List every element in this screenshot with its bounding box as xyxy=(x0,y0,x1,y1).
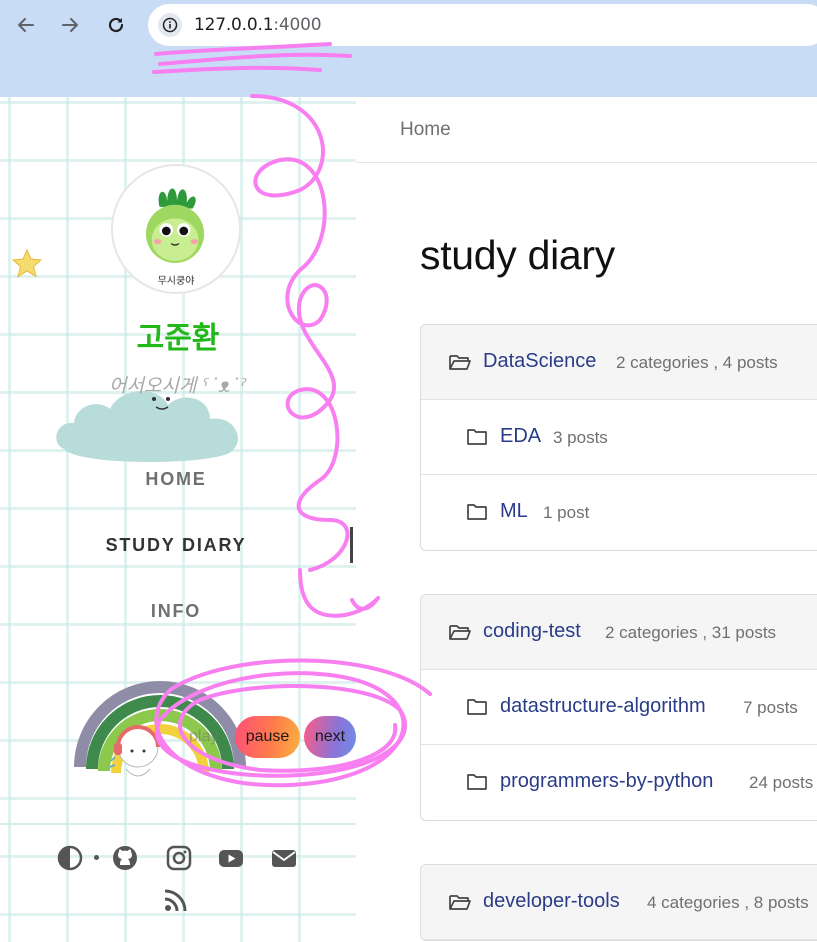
avatar[interactable]: 무시쿵야 xyxy=(111,164,241,294)
arrow-right-icon[interactable] xyxy=(56,11,84,39)
main-content: Home study diary DataScience 2 categorie… xyxy=(356,97,817,942)
site-title[interactable]: 고준환 xyxy=(0,313,356,357)
sidebar-divider xyxy=(0,823,356,825)
folder-icon xyxy=(467,504,487,520)
subcategory-link[interactable]: EDA xyxy=(500,425,541,448)
sidebar: 무시쿵야 고준환 어서오시게 ˁ˙ᴥ˙ˀ HOME STUDY DIARY IN… xyxy=(0,97,356,942)
subcategory-meta: 7 posts xyxy=(743,698,798,717)
folder-icon xyxy=(467,774,487,790)
arrow-left-icon[interactable] xyxy=(12,11,40,39)
url-text[interactable]: 127.0.0.1:4000 xyxy=(194,15,322,35)
url-port: :4000 xyxy=(273,15,322,35)
star-decoration xyxy=(11,248,43,278)
category-link[interactable]: DataScience xyxy=(483,350,596,373)
category-meta: 2 categories , 4 posts xyxy=(616,353,778,372)
subcategory-link[interactable]: programmers-by-python xyxy=(500,770,713,793)
category-header: coding-test 2 categories , 31 posts xyxy=(421,595,817,670)
folder-open-icon xyxy=(449,355,471,370)
youtube-icon[interactable] xyxy=(217,844,245,872)
folder-icon xyxy=(467,429,487,445)
nav-home[interactable]: HOME xyxy=(0,469,352,490)
address-bar[interactable]: 127.0.0.1:4000 xyxy=(148,4,817,46)
category-meta: 2 categories , 31 posts xyxy=(605,623,777,642)
category-link[interactable]: coding-test xyxy=(483,620,581,643)
category-header: developer-tools 4 categories , 8 posts xyxy=(421,865,817,940)
next-button[interactable]: next xyxy=(304,716,356,758)
subcategory-link[interactable]: datastructure-algorithm xyxy=(500,695,706,718)
info-icon[interactable] xyxy=(158,13,182,37)
theme-toggle-icon[interactable] xyxy=(56,844,84,872)
category-header: DataScience 2 categories , 4 posts xyxy=(421,325,817,400)
reload-icon[interactable] xyxy=(102,11,130,39)
music-girl-image xyxy=(109,725,160,777)
folder-open-icon xyxy=(449,895,471,910)
category-card: coding-test 2 categories , 31 posts data… xyxy=(420,594,817,821)
subcategory-meta: 24 posts xyxy=(749,773,814,792)
rss-icon[interactable] xyxy=(162,886,190,914)
avatar-caption: 무시쿵야 xyxy=(157,276,195,287)
subcategory-row: EDA 3 posts xyxy=(421,400,817,475)
nav-info[interactable]: INFO xyxy=(0,601,352,622)
instagram-icon[interactable] xyxy=(165,844,193,872)
page-title: study diary xyxy=(420,232,615,278)
topbar: Home xyxy=(356,97,817,163)
nav-study-diary[interactable]: STUDY DIARY xyxy=(0,535,352,556)
category-meta: 4 categories , 8 posts xyxy=(647,893,809,912)
category-card: developer-tools 4 categories , 8 posts xyxy=(420,864,817,941)
subcategory-meta: 3 posts xyxy=(553,428,608,447)
separator-dot xyxy=(94,855,99,860)
breadcrumb[interactable]: Home xyxy=(400,119,451,141)
folder-icon xyxy=(467,699,487,715)
folder-open-icon xyxy=(449,625,471,640)
subcategory-meta: 1 post xyxy=(543,503,590,522)
category-card: DataScience 2 categories , 4 posts EDA 3… xyxy=(420,324,817,551)
subcategory-row: ML 1 post xyxy=(421,475,817,550)
play-button[interactable]: play xyxy=(181,717,226,757)
category-link[interactable]: developer-tools xyxy=(483,890,620,913)
browser-toolbar: 127.0.0.1:4000 xyxy=(0,0,817,97)
url-host: 127.0.0.1 xyxy=(194,15,274,35)
subcategory-row: datastructure-algorithm 7 posts xyxy=(421,670,817,745)
subcategory-link[interactable]: ML xyxy=(500,500,528,523)
pause-button[interactable]: pause xyxy=(235,716,300,758)
scrollbar-thumb[interactable] xyxy=(350,527,353,563)
email-icon[interactable] xyxy=(270,844,298,872)
subcategory-row: programmers-by-python 24 posts xyxy=(421,745,817,820)
site-subtitle: 어서오시게 ˁ˙ᴥ˙ˀ xyxy=(108,375,248,397)
github-icon[interactable] xyxy=(111,844,139,872)
